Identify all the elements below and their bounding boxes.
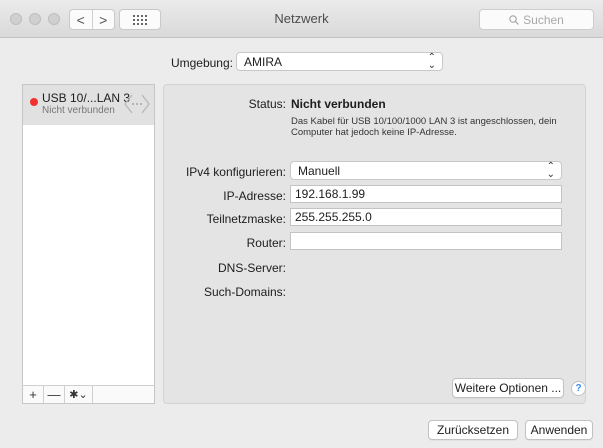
revert-button[interactable]: Zurücksetzen	[428, 420, 518, 440]
plus-icon: +	[29, 387, 37, 402]
location-label: Umgebung:	[170, 56, 233, 70]
status-value: Nicht verbunden	[291, 97, 386, 111]
ipv4-configure-popup[interactable]: Manuell ⌃ ⌄	[290, 161, 562, 180]
apply-button[interactable]: Anwenden	[525, 420, 593, 440]
help-icon[interactable]: ?	[571, 381, 586, 396]
search-domains-label: Such-Domains:	[203, 285, 286, 299]
ethernet-icon	[124, 94, 150, 114]
service-item-usb-lan[interactable]: USB 10/...LAN 3 Nicht verbunden	[23, 85, 154, 125]
ipv4-value: Manuell	[298, 163, 341, 178]
remove-service-button[interactable]: —	[44, 386, 65, 403]
chevron-updown-icon: ⌃ ⌄	[427, 52, 436, 71]
service-name: USB 10/...LAN 3	[42, 91, 131, 105]
minus-icon: —	[47, 387, 61, 402]
dns-server-label: DNS-Server:	[217, 261, 286, 275]
chevron-updown-icon: ⌃ ⌄	[546, 161, 555, 180]
advanced-options-button[interactable]: Weitere Optionen ...	[452, 378, 564, 398]
status-description: Das Kabel für USB 10/100/1000 LAN 3 ist …	[291, 116, 557, 138]
location-value: AMIRA	[244, 54, 283, 69]
subnet-mask-field[interactable]: 255.255.255.0	[290, 208, 562, 226]
service-actions-button[interactable]: ✱⌄	[65, 386, 93, 403]
service-status: Nicht verbunden	[42, 105, 115, 116]
router-label: Router:	[246, 236, 286, 250]
service-list-toolbar: + — ✱⌄	[23, 385, 154, 403]
subnet-mask-label: Teilnetzmaske:	[206, 212, 286, 226]
title-bar: < > Netzwerk Suchen	[0, 0, 603, 38]
search-placeholder: Suchen	[523, 12, 564, 27]
status-label: Status:	[248, 97, 286, 111]
search-field[interactable]: Suchen	[479, 9, 594, 30]
status-dot-icon	[30, 98, 38, 106]
router-field[interactable]	[290, 232, 562, 250]
location-popup[interactable]: AMIRA ⌃ ⌄	[236, 52, 443, 71]
ip-address-label: IP-Adresse:	[223, 189, 286, 203]
gear-icon: ✱⌄	[69, 389, 88, 401]
add-service-button[interactable]: +	[23, 386, 44, 403]
ip-address-field[interactable]: 192.168.1.99	[290, 185, 562, 203]
service-list: USB 10/...LAN 3 Nicht verbunden + — ✱⌄	[22, 84, 155, 404]
magnifier-icon	[509, 14, 519, 25]
ipv4-label: IPv4 konfigurieren:	[185, 165, 286, 179]
